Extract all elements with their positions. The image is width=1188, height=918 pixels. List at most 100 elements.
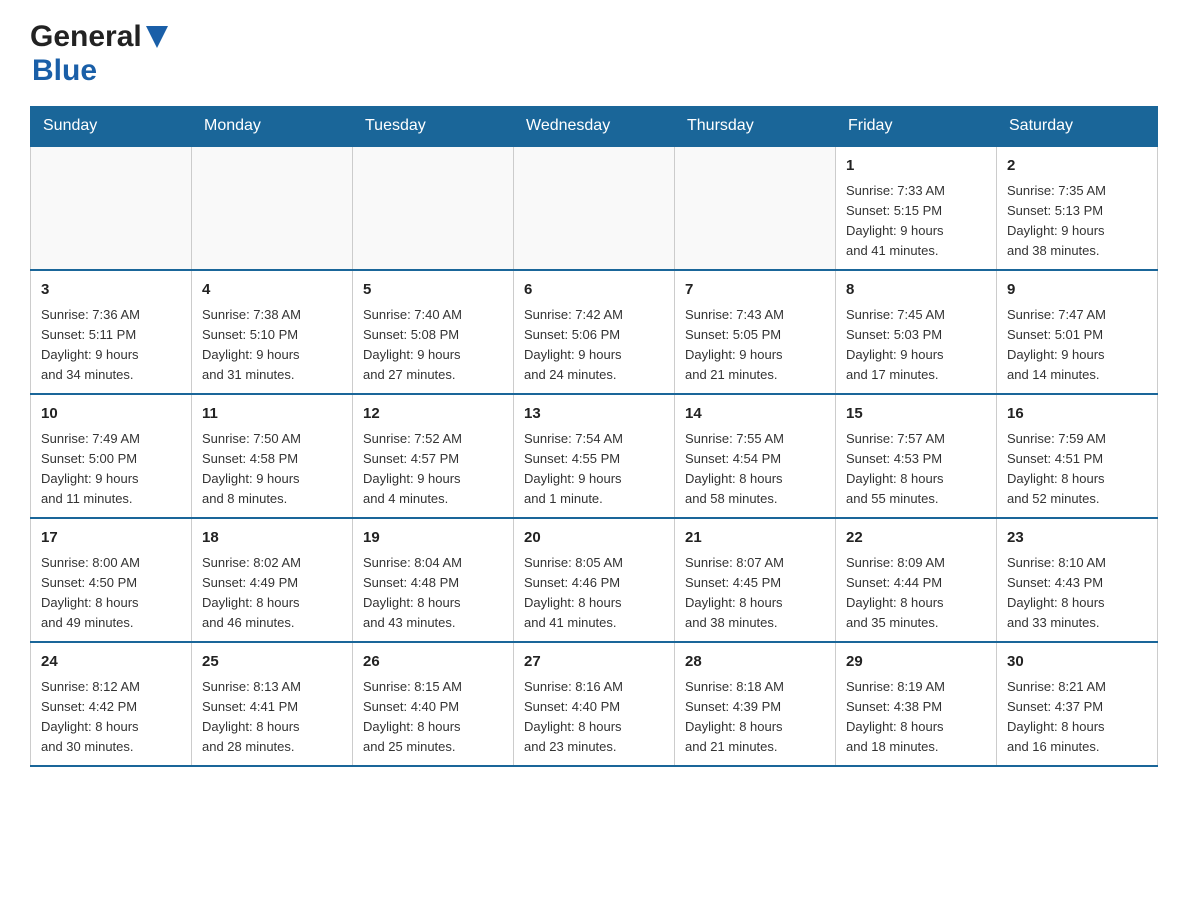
day-number: 28 [685, 651, 825, 674]
weekday-header-row: SundayMondayTuesdayWednesdayThursdayFrid… [31, 107, 1158, 147]
day-number: 4 [202, 279, 342, 302]
day-number: 18 [202, 527, 342, 550]
calendar-week-row: 1 Sunrise: 7:33 AM Sunset: 5:15 PM Daylig… [31, 146, 1158, 270]
day-info: Sunrise: 7:47 AM Sunset: 5:01 PM Dayligh… [1007, 305, 1147, 386]
calendar-cell [353, 146, 514, 270]
day-number: 15 [846, 403, 986, 426]
calendar-cell: 4 Sunrise: 7:38 AM Sunset: 5:10 PM Daylig… [192, 270, 353, 394]
logo: General Blue [30, 20, 168, 88]
calendar-cell: 8 Sunrise: 7:45 AM Sunset: 5:03 PM Daylig… [836, 270, 997, 394]
calendar-cell: 22 Sunrise: 8:09 AM Sunset: 4:44 PM Dayli… [836, 518, 997, 642]
calendar-cell: 7 Sunrise: 7:43 AM Sunset: 5:05 PM Daylig… [675, 270, 836, 394]
day-info: Sunrise: 7:40 AM Sunset: 5:08 PM Dayligh… [363, 305, 503, 386]
calendar-cell: 20 Sunrise: 8:05 AM Sunset: 4:46 PM Dayli… [514, 518, 675, 642]
calendar-cell: 6 Sunrise: 7:42 AM Sunset: 5:06 PM Daylig… [514, 270, 675, 394]
day-number: 21 [685, 527, 825, 550]
day-number: 10 [41, 403, 181, 426]
calendar-cell: 23 Sunrise: 8:10 AM Sunset: 4:43 PM Dayli… [997, 518, 1158, 642]
calendar-cell: 10 Sunrise: 7:49 AM Sunset: 5:00 PM Dayli… [31, 394, 192, 518]
day-info: Sunrise: 7:54 AM Sunset: 4:55 PM Dayligh… [524, 429, 664, 510]
calendar-cell: 19Sunrise: 8:04 AM Sunset: 4:48 PM Dayli… [353, 518, 514, 642]
weekday-header-saturday: Saturday [997, 107, 1158, 147]
calendar-cell: 21 Sunrise: 8:07 AM Sunset: 4:45 PM Dayli… [675, 518, 836, 642]
calendar-week-row: 3 Sunrise: 7:36 AM Sunset: 5:11 PM Daylig… [31, 270, 1158, 394]
day-info: Sunrise: 7:52 AM Sunset: 4:57 PM Dayligh… [363, 429, 503, 510]
weekday-header-wednesday: Wednesday [514, 107, 675, 147]
day-number: 27 [524, 651, 664, 674]
weekday-header-thursday: Thursday [675, 107, 836, 147]
logo-blue-text: Blue [32, 54, 97, 88]
day-info: Sunrise: 8:00 AM Sunset: 4:50 PM Dayligh… [41, 553, 181, 634]
day-number: 7 [685, 279, 825, 302]
day-number: 6 [524, 279, 664, 302]
day-number: 22 [846, 527, 986, 550]
calendar-cell [192, 146, 353, 270]
day-info: Sunrise: 7:43 AM Sunset: 5:05 PM Dayligh… [685, 305, 825, 386]
logo-triangle-icon [146, 26, 168, 53]
day-number: 2 [1007, 155, 1147, 178]
day-info: Sunrise: 8:13 AM Sunset: 4:41 PM Dayligh… [202, 677, 342, 758]
calendar-cell: 18 Sunrise: 8:02 AM Sunset: 4:49 PM Dayli… [192, 518, 353, 642]
day-info: Sunrise: 7:36 AM Sunset: 5:11 PM Dayligh… [41, 305, 181, 386]
day-info: Sunrise: 8:21 AM Sunset: 4:37 PM Dayligh… [1007, 677, 1147, 758]
logo-general-text: General [30, 20, 142, 54]
calendar-cell: 17Sunrise: 8:00 AM Sunset: 4:50 PM Dayli… [31, 518, 192, 642]
day-info: Sunrise: 8:05 AM Sunset: 4:46 PM Dayligh… [524, 553, 664, 634]
day-info: Sunrise: 7:49 AM Sunset: 5:00 PM Dayligh… [41, 429, 181, 510]
day-number: 30 [1007, 651, 1147, 674]
day-info: Sunrise: 8:07 AM Sunset: 4:45 PM Dayligh… [685, 553, 825, 634]
calendar-cell: 15Sunrise: 7:57 AM Sunset: 4:53 PM Dayli… [836, 394, 997, 518]
day-info: Sunrise: 8:02 AM Sunset: 4:49 PM Dayligh… [202, 553, 342, 634]
day-number: 9 [1007, 279, 1147, 302]
day-info: Sunrise: 7:45 AM Sunset: 5:03 PM Dayligh… [846, 305, 986, 386]
day-number: 29 [846, 651, 986, 674]
day-number: 19 [363, 527, 503, 550]
calendar-cell: 1 Sunrise: 7:33 AM Sunset: 5:15 PM Daylig… [836, 146, 997, 270]
day-info: Sunrise: 8:19 AM Sunset: 4:38 PM Dayligh… [846, 677, 986, 758]
day-number: 14 [685, 403, 825, 426]
day-info: Sunrise: 8:10 AM Sunset: 4:43 PM Dayligh… [1007, 553, 1147, 634]
day-info: Sunrise: 8:09 AM Sunset: 4:44 PM Dayligh… [846, 553, 986, 634]
day-number: 1 [846, 155, 986, 178]
calendar-cell: 26 Sunrise: 8:15 AM Sunset: 4:40 PM Dayli… [353, 642, 514, 766]
calendar-cell: 2 Sunrise: 7:35 AM Sunset: 5:13 PM Daylig… [997, 146, 1158, 270]
calendar-cell: 3 Sunrise: 7:36 AM Sunset: 5:11 PM Daylig… [31, 270, 192, 394]
day-info: Sunrise: 8:16 AM Sunset: 4:40 PM Dayligh… [524, 677, 664, 758]
calendar-table: SundayMondayTuesdayWednesdayThursdayFrid… [30, 106, 1158, 767]
weekday-header-monday: Monday [192, 107, 353, 147]
day-info: Sunrise: 7:42 AM Sunset: 5:06 PM Dayligh… [524, 305, 664, 386]
calendar-cell: 25Sunrise: 8:13 AM Sunset: 4:41 PM Dayli… [192, 642, 353, 766]
calendar-cell: 27 Sunrise: 8:16 AM Sunset: 4:40 PM Dayli… [514, 642, 675, 766]
day-info: Sunrise: 8:15 AM Sunset: 4:40 PM Dayligh… [363, 677, 503, 758]
day-info: Sunrise: 7:50 AM Sunset: 4:58 PM Dayligh… [202, 429, 342, 510]
day-info: Sunrise: 8:12 AM Sunset: 4:42 PM Dayligh… [41, 677, 181, 758]
day-info: Sunrise: 7:55 AM Sunset: 4:54 PM Dayligh… [685, 429, 825, 510]
calendar-cell [675, 146, 836, 270]
calendar-cell: 5 Sunrise: 7:40 AM Sunset: 5:08 PM Daylig… [353, 270, 514, 394]
calendar-cell: 12Sunrise: 7:52 AM Sunset: 4:57 PM Dayli… [353, 394, 514, 518]
calendar-cell: 9 Sunrise: 7:47 AM Sunset: 5:01 PM Daylig… [997, 270, 1158, 394]
calendar-week-row: 17Sunrise: 8:00 AM Sunset: 4:50 PM Dayli… [31, 518, 1158, 642]
calendar-cell: 29 Sunrise: 8:19 AM Sunset: 4:38 PM Dayli… [836, 642, 997, 766]
day-info: Sunrise: 8:18 AM Sunset: 4:39 PM Dayligh… [685, 677, 825, 758]
day-number: 26 [363, 651, 503, 674]
day-number: 5 [363, 279, 503, 302]
weekday-header-friday: Friday [836, 107, 997, 147]
calendar-cell: 13 Sunrise: 7:54 AM Sunset: 4:55 PM Dayli… [514, 394, 675, 518]
calendar-cell [31, 146, 192, 270]
day-number: 8 [846, 279, 986, 302]
day-number: 23 [1007, 527, 1147, 550]
calendar-cell: 28 Sunrise: 8:18 AM Sunset: 4:39 PM Dayli… [675, 642, 836, 766]
day-number: 3 [41, 279, 181, 302]
day-info: Sunrise: 7:33 AM Sunset: 5:15 PM Dayligh… [846, 181, 986, 262]
calendar-cell: 24Sunrise: 8:12 AM Sunset: 4:42 PM Dayli… [31, 642, 192, 766]
day-info: Sunrise: 7:38 AM Sunset: 5:10 PM Dayligh… [202, 305, 342, 386]
weekday-header-sunday: Sunday [31, 107, 192, 147]
calendar-cell [514, 146, 675, 270]
day-info: Sunrise: 7:59 AM Sunset: 4:51 PM Dayligh… [1007, 429, 1147, 510]
calendar-cell: 30 Sunrise: 8:21 AM Sunset: 4:37 PM Dayli… [997, 642, 1158, 766]
page-header: General Blue [30, 20, 1158, 88]
day-number: 20 [524, 527, 664, 550]
day-info: Sunrise: 7:35 AM Sunset: 5:13 PM Dayligh… [1007, 181, 1147, 262]
day-number: 13 [524, 403, 664, 426]
